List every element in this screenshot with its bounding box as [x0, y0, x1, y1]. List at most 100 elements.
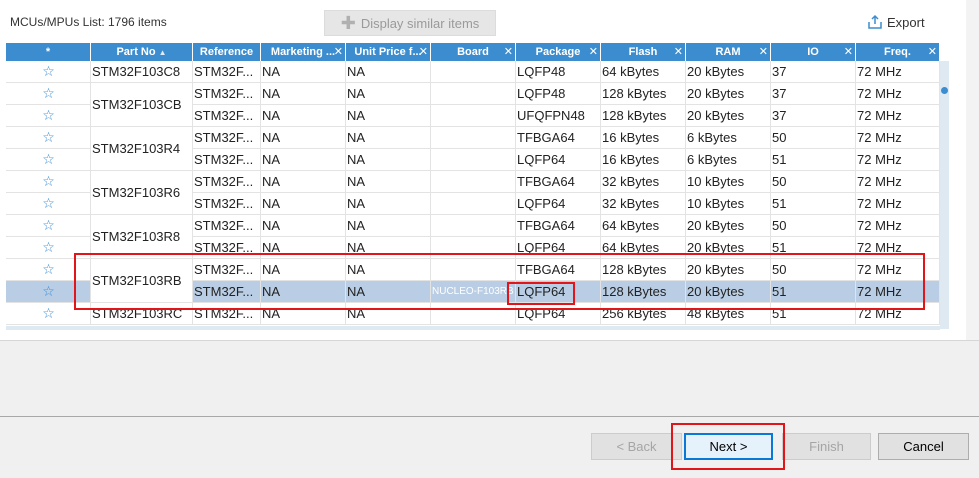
cell-pkg: LQFP48	[516, 83, 601, 104]
part-number-label: STM32F103C8	[91, 61, 193, 83]
favorite-star-icon[interactable]: ☆	[6, 149, 91, 170]
cell-price: NA	[346, 127, 431, 148]
column-header[interactable]: Board ✕	[431, 43, 516, 61]
highlight-rb-rows	[74, 253, 925, 310]
favorite-star-icon[interactable]: ☆	[6, 215, 91, 236]
cell-io: 37	[771, 61, 856, 82]
column-header[interactable]: Reference	[193, 43, 261, 61]
cell-ref: STM32F...	[193, 127, 261, 148]
column-header[interactable]: Package ✕	[516, 43, 601, 61]
cell-pkg: UFQFPN48	[516, 105, 601, 126]
cell-ref: STM32F...	[193, 105, 261, 126]
remove-column-icon[interactable]: ✕	[759, 43, 768, 61]
part-number-label: STM32F103R6	[91, 171, 193, 215]
export-icon	[868, 14, 882, 29]
cell-io: 51	[771, 149, 856, 170]
part-number-label: STM32F103R4	[91, 127, 193, 171]
column-header[interactable]: Freq. ✕	[856, 43, 940, 61]
cell-price: NA	[346, 171, 431, 192]
cell-flash: 128 kBytes	[601, 105, 686, 126]
cell-pkg: LQFP64	[516, 149, 601, 170]
cell-board	[431, 171, 516, 192]
finish-button[interactable]: Finish	[782, 433, 871, 460]
cell-board	[431, 61, 516, 82]
cell-ram: 20 kBytes	[686, 61, 771, 82]
cell-price: NA	[346, 149, 431, 170]
column-header-label: IO	[807, 46, 819, 58]
back-button[interactable]: < Back	[591, 433, 682, 460]
cell-pkg: TFBGA64	[516, 127, 601, 148]
cell-pkg: LQFP64	[516, 193, 601, 214]
remove-column-icon[interactable]: ✕	[674, 43, 683, 61]
scroll-thumb[interactable]	[941, 87, 948, 94]
column-header-label: Unit Price f...	[354, 46, 422, 58]
remove-column-icon[interactable]: ✕	[419, 43, 428, 61]
cell-price: NA	[346, 105, 431, 126]
cell-freq: 72 MHz	[856, 171, 940, 192]
cell-flash: 32 kBytes	[601, 171, 686, 192]
cell-price: NA	[346, 193, 431, 214]
cancel-button[interactable]: Cancel	[878, 433, 969, 460]
cell-mkt: NA	[261, 83, 346, 104]
cell-pkg: LQFP48	[516, 61, 601, 82]
column-header[interactable]: IO ✕	[771, 43, 856, 61]
display-similar-button[interactable]: ✚ Display similar items	[324, 10, 496, 36]
cell-price: NA	[346, 215, 431, 236]
favorite-star-icon[interactable]: ☆	[6, 193, 91, 214]
column-header-label: Flash	[628, 46, 658, 58]
export-label: Export	[887, 14, 925, 30]
cell-ram: 20 kBytes	[686, 105, 771, 126]
horizontal-scrollbar[interactable]	[6, 326, 940, 330]
cell-ram: 20 kBytes	[686, 83, 771, 104]
column-header-label: *	[45, 46, 51, 58]
export-button[interactable]: Export	[867, 14, 925, 30]
remove-column-icon[interactable]: ✕	[334, 43, 343, 61]
column-header-label: RAM	[715, 46, 741, 58]
column-header[interactable]: *	[6, 43, 91, 61]
cell-pkg: TFBGA64	[516, 171, 601, 192]
favorite-star-icon[interactable]: ☆	[6, 105, 91, 126]
cell-board	[431, 127, 516, 148]
remove-column-icon[interactable]: ✕	[928, 43, 937, 61]
cell-board	[431, 215, 516, 236]
vertical-scrollbar[interactable]	[940, 61, 949, 329]
remove-column-icon[interactable]: ✕	[844, 43, 853, 61]
remove-column-icon[interactable]: ✕	[504, 43, 513, 61]
cell-io: 50	[771, 215, 856, 236]
cell-mkt: NA	[261, 193, 346, 214]
cell-mkt: NA	[261, 61, 346, 82]
display-similar-label: Display similar items	[360, 15, 480, 31]
cell-mkt: NA	[261, 149, 346, 170]
cell-io: 50	[771, 127, 856, 148]
window-edge	[966, 0, 979, 340]
cell-ref: STM32F...	[193, 215, 261, 236]
cell-mkt: NA	[261, 171, 346, 192]
cell-flash: 64 kBytes	[601, 215, 686, 236]
remove-column-icon[interactable]: ✕	[589, 43, 598, 61]
favorite-star-icon[interactable]: ☆	[6, 61, 91, 82]
table-header: * Part No ▲ Reference Marketing ... ✕ Unit Pri…	[6, 43, 940, 61]
favorite-star-icon[interactable]: ☆	[6, 83, 91, 104]
cell-flash: 16 kBytes	[601, 127, 686, 148]
plus-icon: ✚	[340, 13, 356, 33]
cell-ram: 6 kBytes	[686, 127, 771, 148]
cell-board	[431, 83, 516, 104]
favorite-star-icon[interactable]: ☆	[6, 171, 91, 192]
list-title: MCUs/MPUs List: 1796 items	[10, 15, 167, 29]
highlight-package	[507, 282, 575, 305]
column-header[interactable]: Flash ✕	[601, 43, 686, 61]
cell-io: 50	[771, 171, 856, 192]
cell-flash: 32 kBytes	[601, 193, 686, 214]
cell-flash: 64 kBytes	[601, 61, 686, 82]
column-header-label: Reference	[199, 46, 254, 58]
column-header-label: Part No	[116, 46, 156, 58]
column-header[interactable]: RAM ✕	[686, 43, 771, 61]
cell-mkt: NA	[261, 215, 346, 236]
favorite-star-icon[interactable]: ☆	[6, 127, 91, 148]
sort-ascending-icon[interactable]: ▲	[159, 48, 167, 57]
column-header[interactable]: Part No ▲	[91, 43, 193, 61]
column-header[interactable]: Marketing ... ✕	[261, 43, 346, 61]
column-header-label: Package	[535, 46, 581, 58]
cell-freq: 72 MHz	[856, 127, 940, 148]
column-header[interactable]: Unit Price f... ✕	[346, 43, 431, 61]
